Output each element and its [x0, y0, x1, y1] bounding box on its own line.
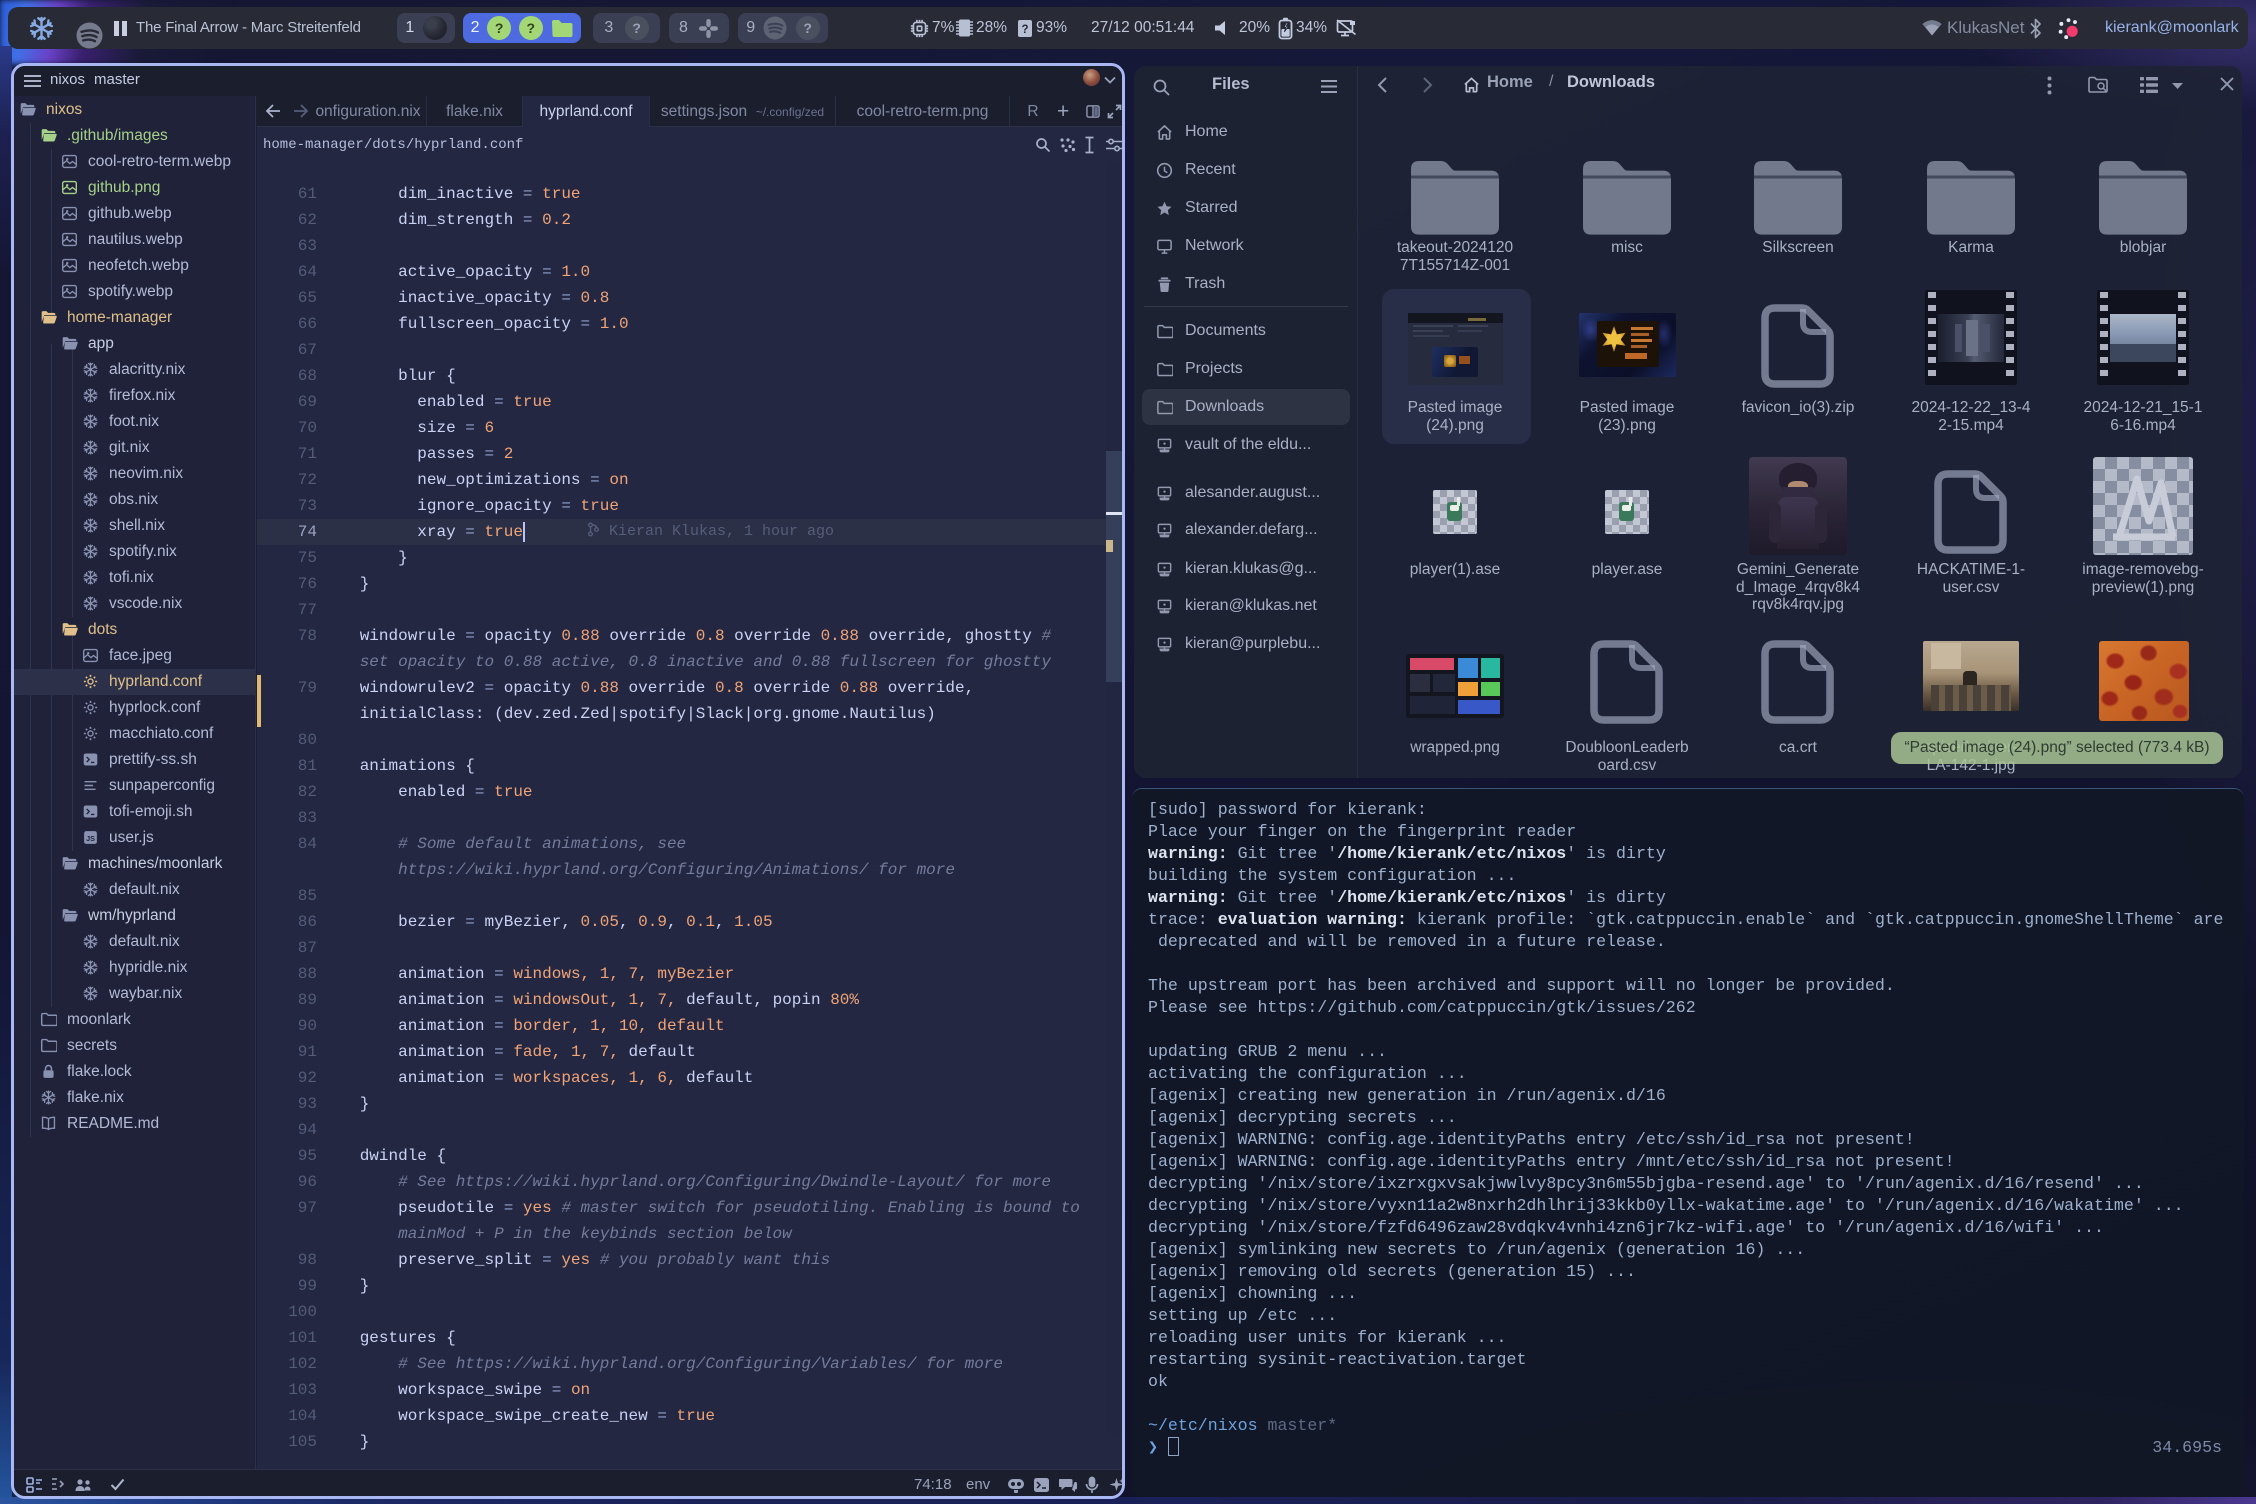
svg-text:?: ?: [1021, 24, 1028, 36]
svg-text:JS: JS: [86, 834, 95, 843]
